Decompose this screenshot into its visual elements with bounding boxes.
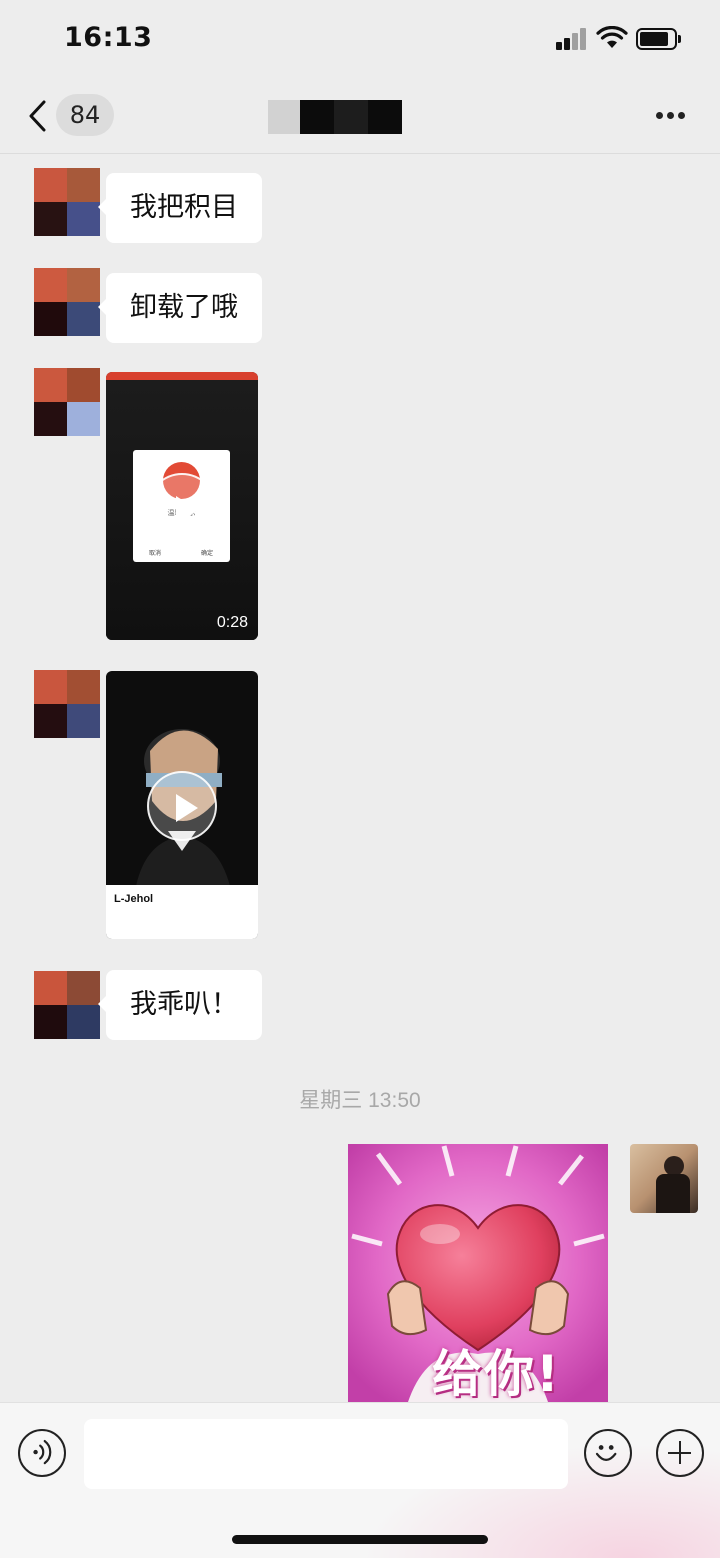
message-bubble[interactable]: 卸载了哦 (98, 273, 262, 343)
video-duration: 0:28 (216, 614, 248, 631)
video-caption: L-Jehol (114, 893, 154, 905)
video-duration: 0:13 (216, 913, 248, 930)
voice-icon[interactable] (18, 1429, 66, 1477)
battery-icon (636, 28, 682, 50)
input-bar (0, 1402, 720, 1558)
message-input[interactable] (84, 1419, 568, 1489)
chat-header: 84 (0, 80, 720, 154)
video-message[interactable]: L-Jehol 0:13 (106, 671, 258, 939)
status-bar: 16:13 (0, 0, 720, 80)
cellular-signal-icon (556, 28, 588, 50)
plus-icon[interactable] (656, 1429, 704, 1477)
unread-count-badge[interactable]: 84 (56, 94, 114, 136)
avatar[interactable] (34, 368, 100, 436)
message-bubble[interactable]: 我把积目 (98, 173, 262, 243)
message-bubble[interactable]: 我乖叭！ (98, 970, 262, 1040)
play-icon[interactable] (147, 473, 217, 543)
chat-title-redacted (268, 100, 402, 134)
avatar[interactable] (34, 670, 100, 738)
video-dialog-confirm: 确定 (201, 550, 214, 557)
avatar-self-head (664, 1156, 684, 1176)
play-icon[interactable] (147, 771, 217, 841)
more-dots-icon[interactable] (650, 110, 690, 122)
avatar[interactable] (34, 268, 100, 336)
status-time: 16:13 (64, 22, 153, 53)
avatar[interactable] (34, 168, 100, 236)
wifi-icon (596, 26, 628, 48)
avatar[interactable] (34, 971, 100, 1039)
home-indicator (232, 1535, 488, 1544)
emoji-icon[interactable] (584, 1429, 632, 1477)
avatar-self-body (656, 1174, 690, 1213)
sticker-caption: 给你! (432, 1345, 561, 1402)
video-message[interactable]: 温馨提示 取消 确定 0:28 (106, 372, 258, 640)
message-timestamp: 星期三 13:50 (299, 1089, 421, 1112)
video-dialog-cancel: 取消 (149, 550, 162, 557)
heart-sticker[interactable]: 给你! (348, 1144, 608, 1402)
avatar-self[interactable] (630, 1144, 698, 1213)
chevron-left-icon[interactable] (24, 96, 52, 136)
video-status-strip (106, 372, 258, 380)
